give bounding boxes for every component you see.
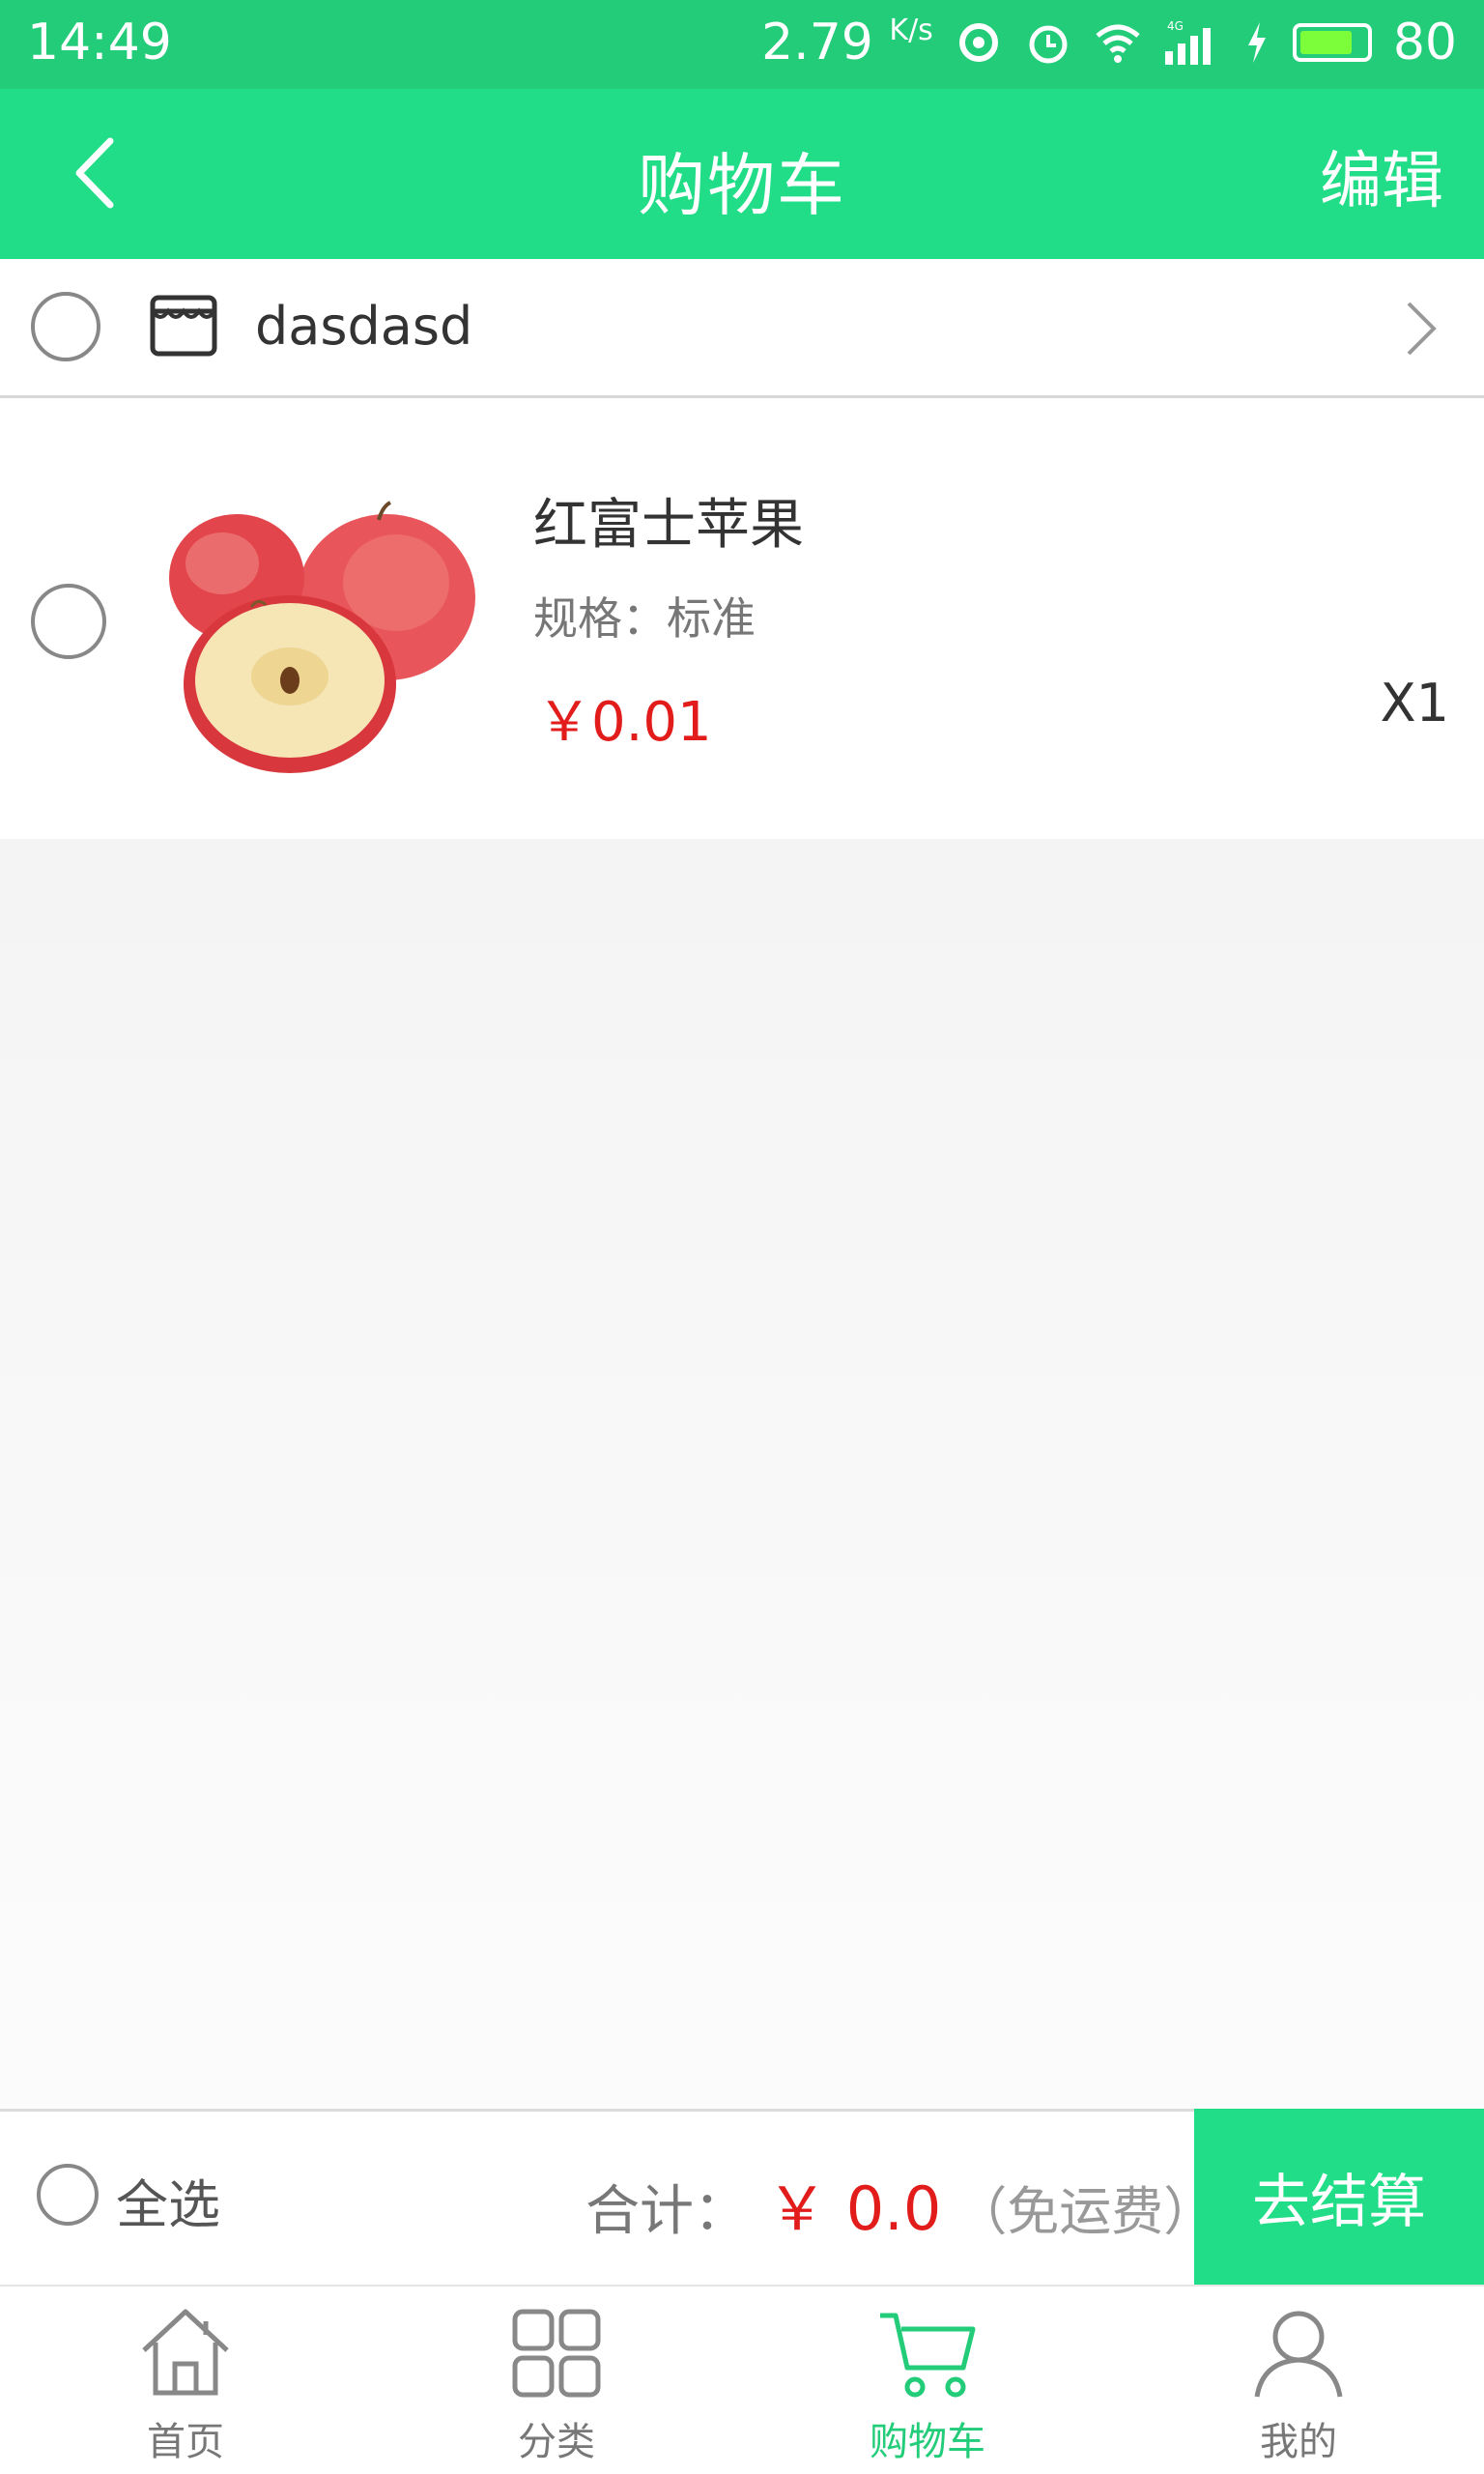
signal-4g-icon: 4G xyxy=(1164,19,1211,65)
total-label: 合计： xyxy=(585,2180,748,2243)
header: 购物车 编辑 xyxy=(0,89,1484,259)
cart-page: 14:49 2.79 K/s 4G 80 购物车 编辑 dasdasd 红富士苹… xyxy=(0,0,1484,2474)
item-select-radio[interactable] xyxy=(31,584,106,659)
select-all-radio[interactable] xyxy=(37,2164,99,2226)
sync-icon xyxy=(958,23,998,62)
svg-text:4G: 4G xyxy=(1167,19,1184,33)
tab-cart-label: 购物车 xyxy=(870,2420,985,2464)
status-time: 14:49 xyxy=(27,14,172,72)
network-unit: K/s xyxy=(889,14,933,47)
user-icon xyxy=(1254,2311,1343,2398)
cart-icon xyxy=(880,2313,976,2398)
product-price: ￥0.01 xyxy=(537,691,712,754)
charging-icon xyxy=(1247,22,1266,63)
status-bar: 14:49 2.79 K/s 4G 80 xyxy=(0,0,1484,89)
chevron-right-icon[interactable] xyxy=(1391,298,1449,360)
tab-home-label: 首页 xyxy=(147,2420,224,2464)
home-icon xyxy=(142,2309,229,2396)
store-icon xyxy=(150,295,217,357)
tab-category-label: 分类 xyxy=(518,2420,595,2464)
checkout-bar: 全选 合计： ￥ 0.0 （免运费） 去结算 xyxy=(0,2109,1484,2285)
product-spec: 规格：标准 xyxy=(533,592,756,645)
battery-icon xyxy=(1292,23,1372,62)
product-image[interactable] xyxy=(155,491,483,781)
grid-icon xyxy=(512,2309,601,2398)
tab-bar: 首页 分类 购物车 我的 xyxy=(0,2285,1484,2474)
cart-item[interactable]: 红富士苹果 规格：标准 ￥0.01 X1 xyxy=(0,398,1484,839)
status-icons: 2.79 K/s 4G 80 xyxy=(761,14,1457,72)
tab-mine-label: 我的 xyxy=(1260,2420,1337,2464)
battery-level: 80 xyxy=(1392,14,1457,72)
shop-name: dasdasd xyxy=(255,296,473,357)
shop-header[interactable]: dasdasd xyxy=(0,259,1484,398)
shop-select-radio[interactable] xyxy=(31,292,100,361)
shipping-note: （免运费） xyxy=(955,2181,1216,2242)
product-quantity: X1 xyxy=(1380,673,1449,734)
tab-cart[interactable]: 购物车 xyxy=(742,2287,1113,2474)
tab-home[interactable]: 首页 xyxy=(0,2287,371,2474)
page-title: 购物车 xyxy=(638,146,846,225)
wifi-icon xyxy=(1096,24,1140,63)
total-summary: 合计： ￥ 0.0 （免运费） xyxy=(585,2160,1215,2247)
checkout-button[interactable]: 去结算 xyxy=(1194,2109,1484,2285)
product-name[interactable]: 红富士苹果 xyxy=(533,481,804,560)
alarm-icon xyxy=(1029,25,1068,64)
tab-mine[interactable]: 我的 xyxy=(1113,2287,1484,2474)
total-amount: ￥ 0.0 xyxy=(767,2173,942,2244)
network-speed: 2.79 K/s xyxy=(761,14,933,72)
edit-button[interactable]: 编辑 xyxy=(1320,131,1443,220)
tab-category[interactable]: 分类 xyxy=(371,2287,742,2474)
select-all-label[interactable]: 全选 xyxy=(116,2162,220,2238)
